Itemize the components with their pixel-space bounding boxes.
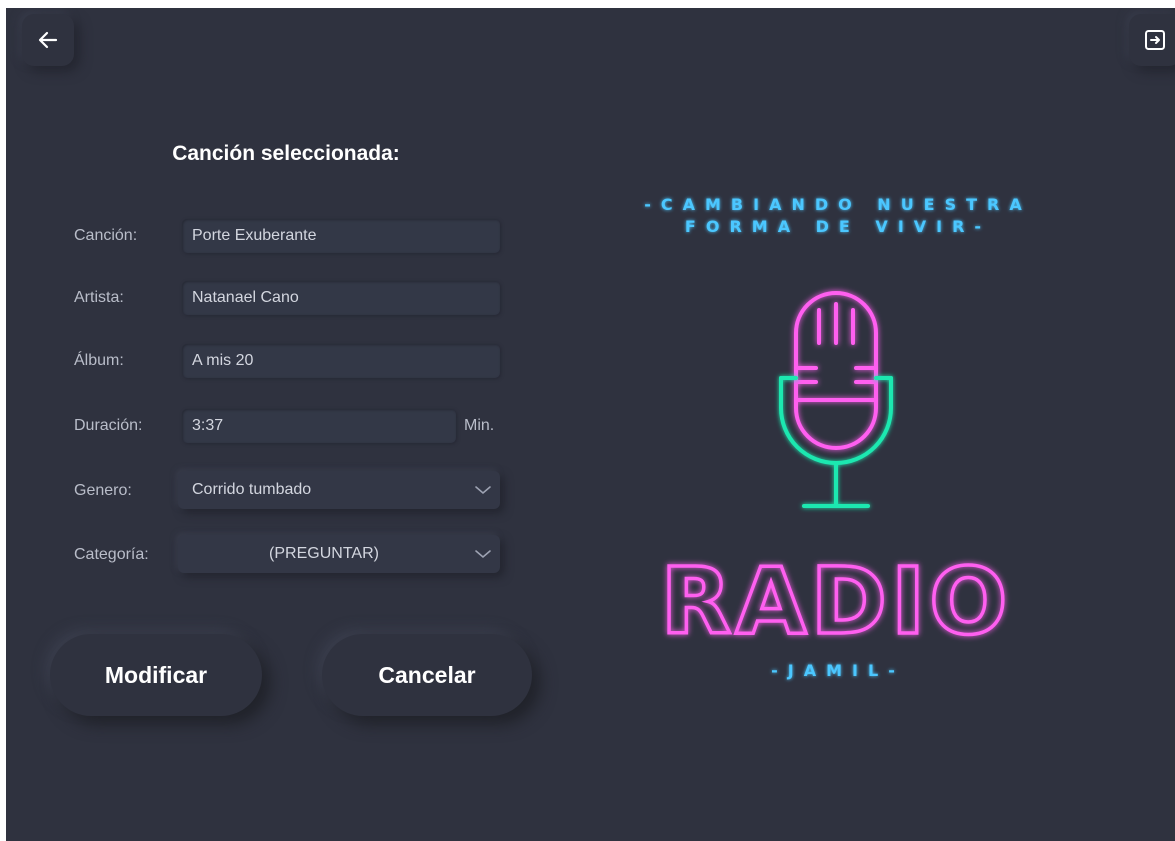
microphone-icon xyxy=(794,291,878,450)
exit-button[interactable] xyxy=(1129,14,1175,66)
album-row: Álbum: A mis 20 xyxy=(74,343,504,379)
app-window: Canción seleccionada: Canción: Porte Exu… xyxy=(6,8,1175,841)
duration-unit: Min. xyxy=(464,417,495,434)
artist-input[interactable]: Natanael Cano xyxy=(182,281,500,315)
cancel-button[interactable]: Cancelar xyxy=(322,634,532,716)
genre-row: Genero: Corrido tumbado xyxy=(74,471,504,511)
back-button[interactable] xyxy=(22,14,74,66)
modify-button[interactable]: Modificar xyxy=(50,634,262,716)
song-label: Canción: xyxy=(74,227,138,244)
logo-tagline-line2: FORMA DE VIVIR- xyxy=(685,217,991,236)
chevron-down-icon xyxy=(475,550,491,559)
album-label: Álbum: xyxy=(74,352,124,369)
song-input[interactable]: Porte Exuberante xyxy=(182,219,500,253)
category-select[interactable]: (PREGUNTAR) xyxy=(178,535,500,573)
logo-tagline-line1: -CAMBIANDO NUESTRA xyxy=(644,195,1032,214)
genre-select[interactable]: Corrido tumbado xyxy=(178,471,500,509)
category-label: Categoría: xyxy=(74,546,149,563)
arrow-left-icon xyxy=(38,31,58,49)
artist-label: Artista: xyxy=(74,289,124,306)
genre-select-value: Corrido tumbado xyxy=(192,481,312,498)
duration-label: Duración: xyxy=(74,417,143,434)
duration-row: Duración: 3:37 Min. xyxy=(74,408,514,444)
artist-row: Artista: Natanael Cano xyxy=(74,280,504,316)
category-row: Categoría: (PREGUNTAR) xyxy=(74,535,504,575)
radio-logo: -CAMBIANDO NUESTRA FORMA DE VIVIR- RADIO… xyxy=(644,195,1032,680)
chevron-down-icon xyxy=(475,486,491,495)
album-input[interactable]: A mis 20 xyxy=(182,344,500,378)
exit-icon xyxy=(1145,30,1165,50)
duration-input[interactable]: 3:37 xyxy=(182,409,456,443)
category-select-value: (PREGUNTAR) xyxy=(269,545,379,562)
form-title: Canción seleccionada: xyxy=(172,142,400,165)
song-row: Canción: Porte Exuberante xyxy=(74,218,504,254)
logo-subname: -JAMIL- xyxy=(771,661,905,680)
genre-label: Genero: xyxy=(74,482,132,499)
logo-name: RADIO xyxy=(661,548,1012,655)
